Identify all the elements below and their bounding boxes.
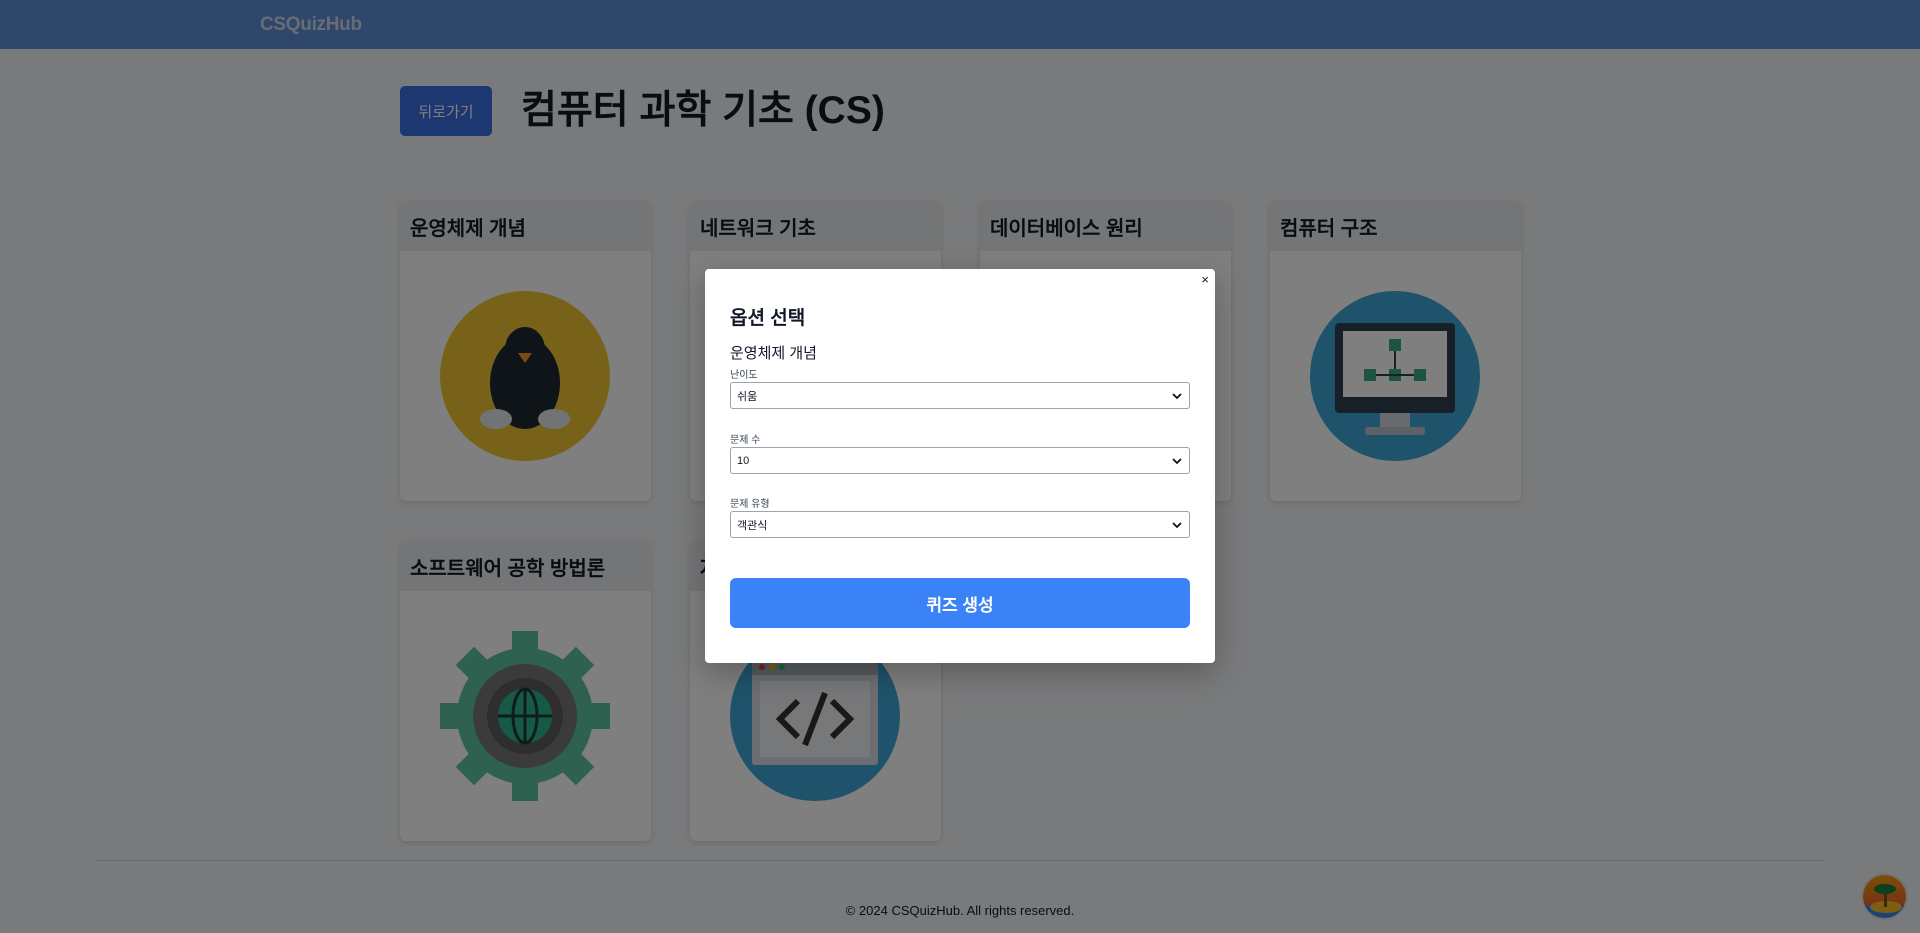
modal-title: 옵션 선택 — [730, 308, 806, 329]
chevron-down-icon — [1172, 393, 1182, 400]
modal-subject: 운영체제 개념 — [730, 345, 817, 362]
difficulty-select[interactable]: 쉬움 — [730, 382, 1190, 409]
difficulty-value: 쉬움 — [737, 390, 758, 403]
options-modal: × 옵션 선택 운영체제 개념 난이도 쉬움 문제 수 10 문제 유형 객관식… — [705, 269, 1215, 663]
count-select[interactable]: 10 — [730, 447, 1190, 474]
type-label: 문제 유형 — [730, 499, 770, 510]
close-icon[interactable]: × — [1201, 273, 1209, 287]
chevron-down-icon — [1172, 458, 1182, 465]
difficulty-label: 난이도 — [730, 370, 758, 381]
count-value: 10 — [737, 454, 750, 467]
type-select[interactable]: 객관식 — [730, 511, 1190, 538]
type-value: 객관식 — [737, 519, 768, 532]
chevron-down-icon — [1172, 522, 1182, 529]
count-label: 문제 수 — [730, 435, 761, 446]
generate-quiz-button[interactable]: 퀴즈 생성 — [730, 578, 1190, 628]
